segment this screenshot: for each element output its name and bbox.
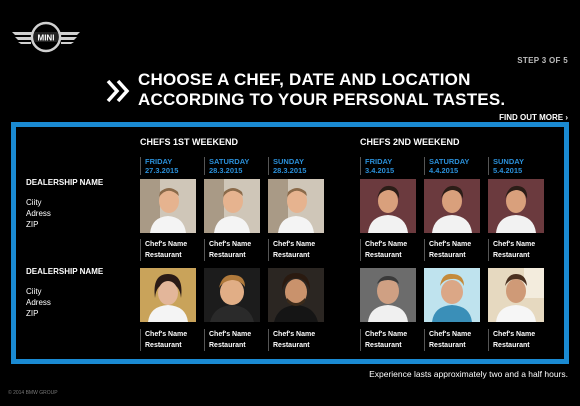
dealership-name: DEALERSHIP NAME [26,267,104,276]
weekend-2-title: CHEFS 2ND WEEKEND [360,137,460,147]
chef-photo[interactable] [140,268,196,322]
chef-caption: Chef's Name Restaurant [268,329,315,351]
chef-photo[interactable] [424,268,480,322]
duration-note: Experience lasts approximately two and a… [369,369,568,379]
chef-caption: Chef's Name Restaurant [204,329,251,351]
chef-caption: Chef's Name Restaurant [424,239,471,261]
chef-photo[interactable] [204,268,260,322]
chef-photo[interactable] [268,268,324,322]
weekend-1-title: CHEFS 1ST WEEKEND [140,137,239,147]
chef-caption: Chef's Name Restaurant [424,329,471,351]
dealership-city: Ciity [26,287,42,296]
find-out-more-link[interactable]: FIND OUT MORE › [499,113,568,122]
chef-caption: Chef's Name Restaurant [140,329,187,351]
day-header: FRIDAY 27.3.2015 [140,157,178,175]
chef-caption: Chef's Name Restaurant [140,239,187,261]
chef-caption: Chef's Name Restaurant [488,239,535,261]
double-chevron-right-icon [106,79,130,103]
dealership-zip: ZIP [26,220,39,229]
chef-caption: Chef's Name Restaurant [268,239,315,261]
day-header: SUNDAY 5.4.2015 [488,157,524,175]
dealership-info: DEALERSHIP NAME Ciity Adress ZIP [26,266,103,319]
chef-photo[interactable] [140,179,196,233]
chef-photo[interactable] [360,268,416,322]
dealership-name: DEALERSHIP NAME [26,178,104,187]
dealership-info: DEALERSHIP NAME Ciity Adress ZIP [26,177,103,230]
chef-photo[interactable] [360,179,416,233]
chef-caption: Chef's Name Restaurant [204,239,251,261]
day-header: SATURDAY 28.3.2015 [204,157,249,175]
copyright: © 2014 BMW GROUP [8,390,58,396]
chef-photo[interactable] [204,179,260,233]
dealership-address: Adress [26,298,51,307]
chef-caption: Chef's Name Restaurant [360,239,407,261]
chef-caption: Chef's Name Restaurant [488,329,535,351]
chef-caption: Chef's Name Restaurant [360,329,407,351]
headline-line-1: CHOOSE A CHEF, DATE AND LOCATION [138,70,471,89]
chef-photo[interactable] [488,179,544,233]
dealership-zip: ZIP [26,309,39,318]
headline: CHOOSE A CHEF, DATE AND LOCATION ACCORDI… [106,70,505,110]
chef-photo[interactable] [488,268,544,322]
step-indicator: STEP 3 OF 5 [517,56,568,65]
dealership-address: Adress [26,209,51,218]
day-header: SUNDAY 28.3.2015 [268,157,306,175]
chef-photo[interactable] [424,179,480,233]
day-header: FRIDAY 3.4.2015 [360,157,394,175]
dealership-city: Ciity [26,198,42,207]
logo-text: MINI [38,34,55,43]
mini-logo: MINI [10,18,82,56]
day-header: SATURDAY 4.4.2015 [424,157,469,175]
chef-photo[interactable] [268,179,324,233]
headline-line-2: ACCORDING TO YOUR PERSONAL TASTES. [138,90,506,109]
